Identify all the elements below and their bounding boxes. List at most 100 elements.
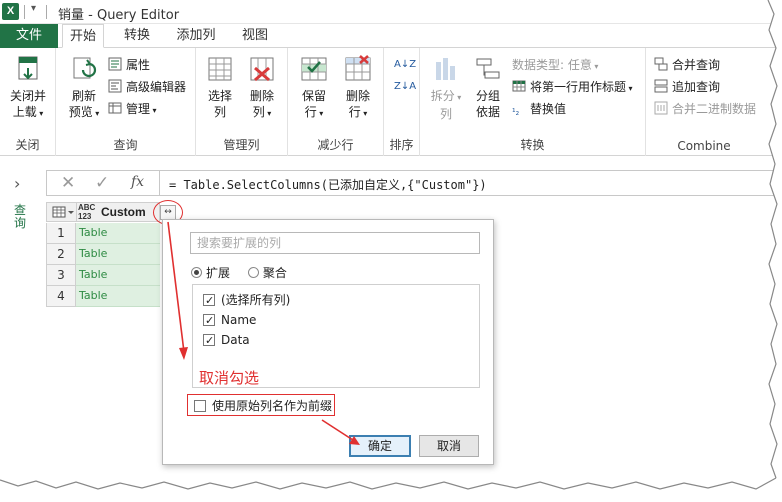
combine-binaries-button[interactable]: 合并二进制数据 [654, 100, 756, 118]
remove-rows-label-2: 行 [348, 105, 361, 119]
table-cell[interactable]: Table [76, 223, 160, 244]
annotation-uncheck-text: 取消勾选 [199, 369, 260, 387]
column-header-row: ABC 123 Custom [46, 202, 160, 222]
aggregate-radio-label: 聚合 [262, 266, 287, 280]
remove-rows-label-1: 删除 [345, 89, 370, 103]
merge-queries-button[interactable]: 合并查询 [654, 56, 720, 74]
group-by-button[interactable]: 分组 依据 [468, 52, 508, 120]
refresh-preview-button[interactable]: 刷新 预览 ▾ [62, 52, 106, 122]
type-123: 123 [78, 212, 92, 221]
ribbon-tab-strip: 文件 开始 转换 添加列 视图 [0, 24, 782, 48]
advanced-editor-button[interactable]: 高级编辑器 [108, 78, 186, 96]
replace-values-button[interactable]: ¹₂ 替换值 [512, 100, 566, 118]
checkbox-checked-icon [203, 332, 215, 350]
data-type-dropdown[interactable]: 数据类型: 任意 ▾ [512, 56, 598, 74]
group-label-query: 查询 [113, 138, 138, 152]
chevron-down-icon: ▾ [626, 84, 633, 93]
first-row-header-icon [512, 80, 526, 92]
combine-binaries-icon [654, 101, 668, 115]
checkbox-unchecked-icon [194, 400, 206, 412]
tab-home[interactable]: 开始 [62, 24, 104, 48]
split-column-button[interactable]: 拆分 ▾ 列 [426, 52, 466, 122]
select-all-checkbox[interactable]: (选择所有列) [203, 291, 291, 310]
ok-button[interactable]: 确定 [349, 435, 411, 457]
remove-col-label-2: 列 [252, 105, 265, 119]
tab-file[interactable]: 文件 [0, 24, 58, 48]
table-cell[interactable]: Table [76, 286, 160, 307]
column-checkbox-data[interactable]: Data [203, 331, 250, 350]
formula-divider [159, 171, 160, 195]
close-load-label-2: 上载 [12, 105, 37, 119]
group-label-manage-columns: 管理列 [223, 138, 260, 152]
row-number: 3 [46, 265, 76, 286]
formula-input[interactable]: = Table.SelectColumns(已添加自定义,{"Custom"}) [169, 176, 487, 193]
expand-radio-label: 扩展 [206, 266, 231, 280]
column-checkbox-name[interactable]: Name [203, 311, 256, 330]
column-search-input[interactable] [190, 232, 480, 254]
aggregate-radio[interactable]: 聚合 [247, 266, 287, 280]
row-number: 2 [46, 244, 76, 265]
ribbon-group-close: 关闭并 上载 ▾ 关闭 [0, 48, 56, 156]
remove-columns-icon [250, 57, 274, 82]
properties-icon [108, 57, 122, 71]
radio-selected-icon [191, 267, 202, 278]
replace-values-label: 替换值 [530, 102, 567, 116]
remove-columns-button[interactable]: 删除 列 ▾ [242, 52, 282, 122]
window-title: 销量 - Query Editor [58, 8, 180, 23]
remove-rows-button[interactable]: 删除 行 ▾ [338, 52, 378, 122]
radio-empty-icon [247, 267, 259, 278]
remove-col-label-1: 删除 [249, 89, 274, 103]
group-label-combine: Combine [677, 139, 731, 153]
check-icon[interactable]: ✓ [95, 173, 109, 193]
row-number: 1 [46, 223, 76, 244]
table-cell[interactable]: Table [76, 244, 160, 265]
group-label-close: 关闭 [15, 138, 40, 152]
table-menu-button[interactable] [47, 203, 77, 221]
expand-column-popup: 扩展 聚合 (选择所有列) Name Data 取消勾选 使用原始列名作为前缀 … [162, 219, 494, 465]
queries-pane-label[interactable]: 查询 [14, 204, 28, 230]
column-type-icon[interactable]: ABC 123 [78, 203, 95, 221]
split-column-icon [436, 58, 455, 80]
group-by-label-1: 分组 [475, 89, 500, 103]
use-first-row-as-headers-button[interactable]: 将第一行用作标题 ▾ [512, 78, 633, 96]
properties-button[interactable]: 属性 [108, 56, 150, 74]
manage-table-icon [108, 102, 122, 114]
cancel-button[interactable]: 取消 [419, 435, 479, 457]
tab-view[interactable]: 视图 [234, 24, 276, 48]
append-queries-button[interactable]: 追加查询 [654, 78, 720, 96]
table-row: 2 Table [46, 244, 160, 265]
expand-radio[interactable]: 扩展 [191, 266, 230, 280]
quick-access-dropdown-icon[interactable]: ▾ [31, 3, 36, 14]
type-abc: ABC [78, 203, 96, 212]
table-row: 3 Table [46, 265, 160, 286]
close-icon[interactable]: ✕ [61, 173, 75, 193]
expand-mode-radio-group: 扩展 聚合 [191, 264, 287, 281]
merge-queries-icon [654, 57, 668, 71]
merge-queries-label: 合并查询 [672, 58, 721, 72]
use-prefix-checkbox[interactable]: 使用原始列名作为前缀 [194, 397, 332, 414]
tab-transform[interactable]: 转换 [116, 24, 158, 48]
close-and-load-button[interactable]: 关闭并 上载 ▾ [4, 52, 52, 122]
append-queries-label: 追加查询 [672, 80, 721, 94]
checkbox-label: (选择所有列) [221, 293, 291, 307]
sort-descending-button[interactable]: Z↓A [394, 78, 416, 96]
sort-ascending-button[interactable]: A↓Z [394, 56, 416, 74]
manage-button[interactable]: 管理 ▾ [108, 100, 157, 118]
table-cell[interactable]: Table [76, 265, 160, 286]
checkbox-checked-icon [203, 292, 215, 310]
fx-icon[interactable]: fx [131, 174, 144, 190]
column-header-custom[interactable]: Custom [101, 205, 146, 219]
split-label-1: 拆分 [430, 89, 455, 103]
combine-binaries-label: 合并二进制数据 [672, 102, 757, 116]
choose-columns-button[interactable]: 选择 列 [200, 52, 240, 120]
choose-label-1: 选择 [207, 89, 232, 103]
excel-logo-icon: X [2, 3, 19, 20]
ribbon: 关闭并 上载 ▾ 关闭 刷新 预览 ▾ 属性 高级编辑器 管理 ▾ 查询 选择 … [0, 48, 782, 156]
checkbox-checked-icon [203, 312, 215, 330]
keep-rows-button[interactable]: 保留 行 ▾ [294, 52, 334, 122]
tab-add-column[interactable]: 添加列 [168, 24, 224, 48]
queries-pane-toggle[interactable]: › [14, 174, 20, 193]
chevron-down-icon: ▾ [150, 106, 157, 115]
ribbon-group-manage-columns: 选择 列 删除 列 ▾ 管理列 [196, 48, 288, 156]
manage-label: 管理 [126, 102, 151, 116]
